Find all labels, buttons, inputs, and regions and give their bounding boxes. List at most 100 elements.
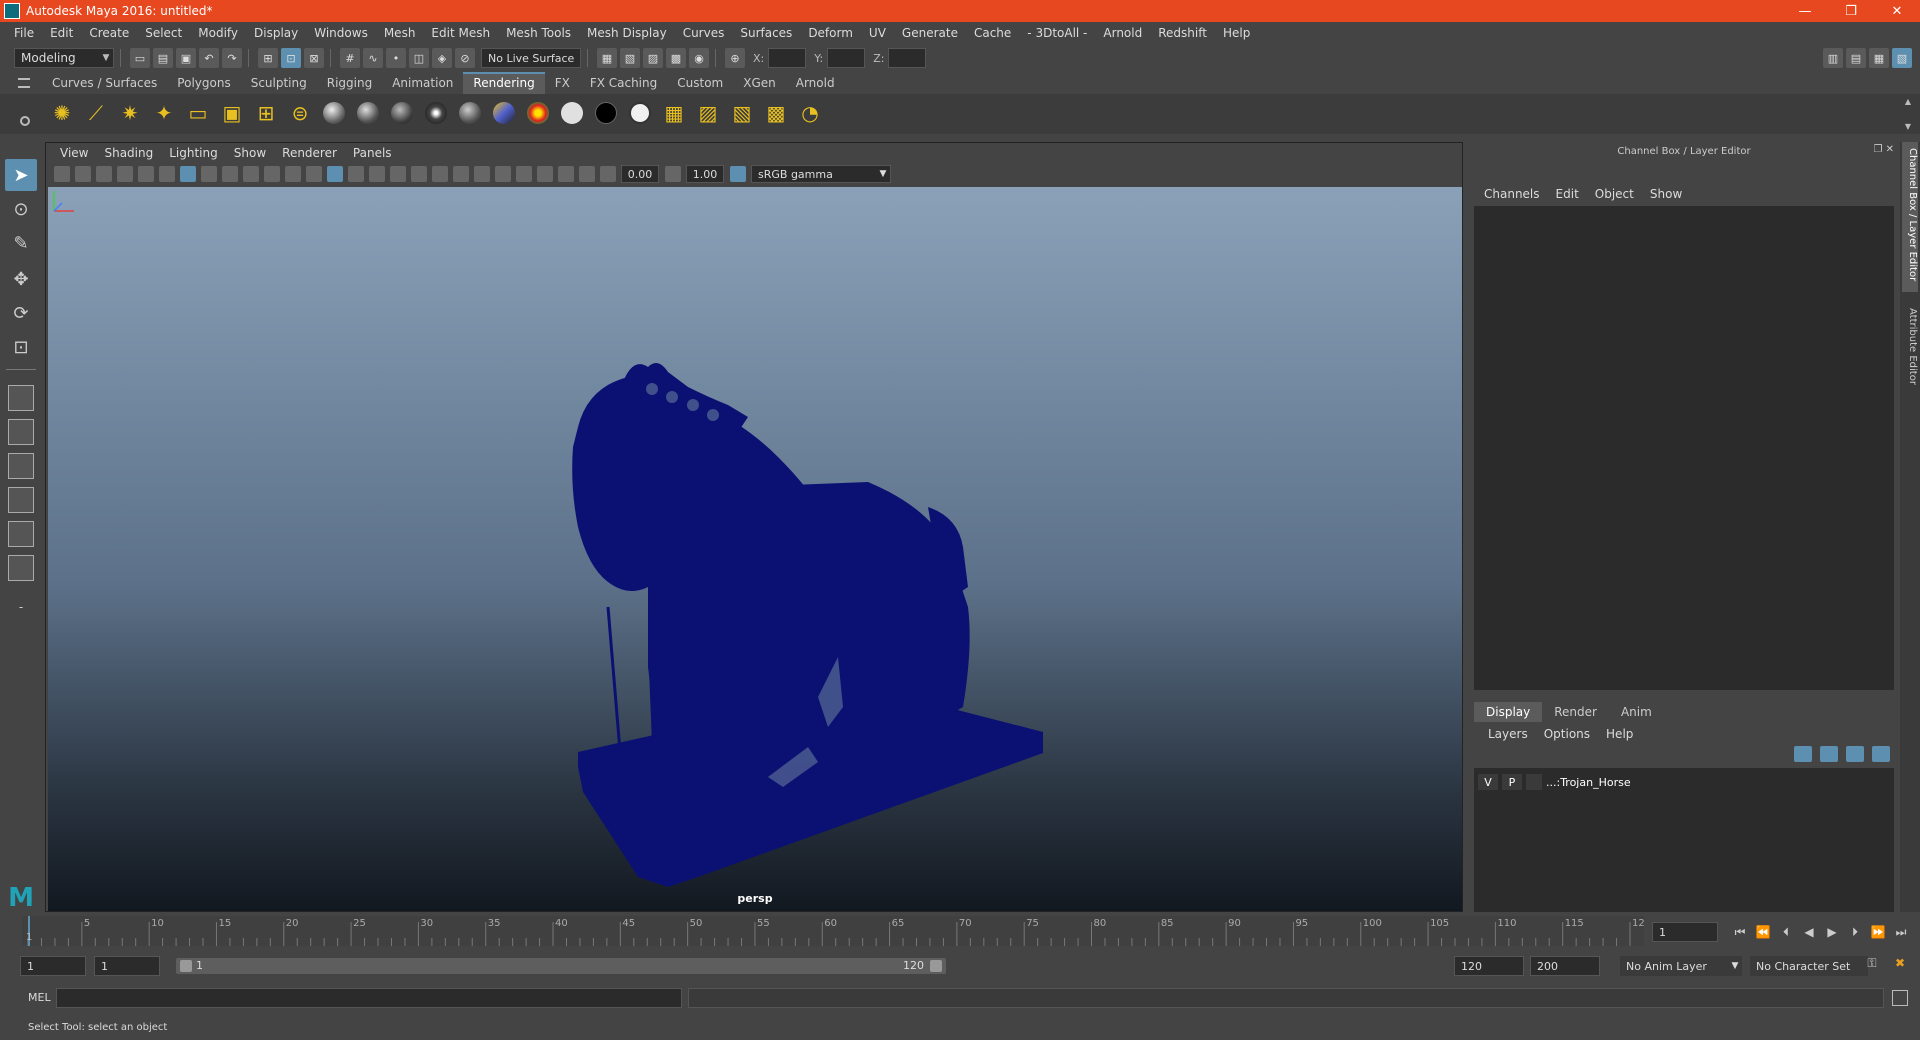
range-start-handle[interactable] <box>180 960 192 972</box>
grid-icon[interactable] <box>180 166 196 182</box>
chevron-up-icon[interactable]: ▲ <box>1905 97 1911 106</box>
layer-visibility-toggle[interactable]: V <box>1478 774 1498 790</box>
shelf-menu-icon[interactable] <box>18 78 30 88</box>
y-coordinate-input[interactable] <box>827 48 866 68</box>
step-forward-frame-icon[interactable]: ⏵ <box>1845 922 1865 942</box>
anti-aliasing-icon[interactable] <box>495 166 511 182</box>
shadows-icon[interactable] <box>432 166 448 182</box>
ipr-icon[interactable]: ▧ <box>728 99 756 127</box>
layout-persp-outliner-icon[interactable] <box>8 487 34 513</box>
shelf-tab-fx[interactable]: FX <box>545 72 580 94</box>
xray-joints-icon[interactable] <box>558 166 574 182</box>
menu-display[interactable]: Display <box>246 26 306 40</box>
ambient-light-icon[interactable]: ✺ <box>48 99 76 127</box>
z-coordinate-input[interactable] <box>888 48 927 68</box>
camera-attributes-icon[interactable] <box>75 166 91 182</box>
play-forward-icon[interactable]: ▶ <box>1822 922 1842 942</box>
current-frame-field[interactable]: 1 <box>1652 922 1718 942</box>
undo-icon[interactable]: ↶ <box>199 48 219 68</box>
volume-light-icon[interactable]: ▣ <box>218 99 246 127</box>
channel-box-toggle-icon[interactable]: ▧ <box>1892 48 1912 68</box>
menu-windows[interactable]: Windows <box>306 26 376 40</box>
open-scene-icon[interactable]: ▤ <box>153 48 173 68</box>
channel-box-body[interactable] <box>1474 206 1894 690</box>
animation-preferences-icon[interactable]: ✖ <box>1890 956 1910 976</box>
menu-set-dropdown[interactable]: Modeling ▼ <box>14 48 114 68</box>
shelf-scroll[interactable]: ▲ ▼ <box>1902 97 1914 131</box>
x-coordinate-input[interactable] <box>768 48 807 68</box>
white-shader-icon[interactable] <box>558 99 586 127</box>
attribute-toggle-icon[interactable]: ▦ <box>1869 48 1889 68</box>
transform-constraint-icon[interactable]: ⊕ <box>725 48 745 68</box>
tab-render[interactable]: Render <box>1542 702 1609 722</box>
layer-row[interactable]: V P ...:Trojan_Horse <box>1478 772 1888 792</box>
shelf-tab-fx-caching[interactable]: FX Caching <box>580 72 667 94</box>
wireframe-icon[interactable] <box>327 166 343 182</box>
go-to-start-icon[interactable]: ⏮ <box>1730 922 1750 942</box>
color-management-icon[interactable] <box>730 166 746 182</box>
scale-tool-icon[interactable]: ⊡ <box>5 331 37 363</box>
anim-layer-dropdown[interactable]: No Anim Layer ▼ <box>1620 956 1742 976</box>
rotate-tool-icon[interactable]: ⟳ <box>5 297 37 329</box>
animation-end-field[interactable]: 200 <box>1530 956 1600 976</box>
shelf-tab-curves-surfaces[interactable]: Curves / Surfaces <box>42 72 167 94</box>
snap-point-icon[interactable]: • <box>386 48 406 68</box>
batch-render-icon[interactable]: ▩ <box>762 99 790 127</box>
render-view-icon[interactable]: ▦ <box>597 48 617 68</box>
layered-material-icon[interactable] <box>456 99 484 127</box>
side-tab-attribute-editor[interactable]: Attribute Editor <box>1902 302 1918 392</box>
image-plane-icon[interactable] <box>117 166 133 182</box>
ambient-occlusion-icon[interactable] <box>453 166 469 182</box>
shelf-tab-rigging[interactable]: Rigging <box>317 72 382 94</box>
directional-light-icon[interactable]: ⟋ <box>82 99 110 127</box>
spot-light-icon[interactable]: ✦ <box>150 99 178 127</box>
layer-menu-layers[interactable]: Layers <box>1480 727 1536 741</box>
select-component-icon[interactable]: ⊠ <box>304 48 324 68</box>
vp-menu-show[interactable]: Show <box>226 146 274 160</box>
grease-pencil-icon[interactable] <box>159 166 175 182</box>
layout-single-icon[interactable] <box>8 385 34 411</box>
menu-select[interactable]: Select <box>137 26 190 40</box>
go-to-end-icon[interactable]: ⏭ <box>1891 922 1911 942</box>
select-hierarchy-icon[interactable]: ⊞ <box>258 48 278 68</box>
menu-file[interactable]: File <box>6 26 42 40</box>
phong-material-icon[interactable] <box>388 99 416 127</box>
menu-uv[interactable]: UV <box>861 26 894 40</box>
menu-create[interactable]: Create <box>81 26 137 40</box>
xray-icon[interactable] <box>537 166 553 182</box>
render-current-icon[interactable]: ▨ <box>694 99 722 127</box>
move-layer-down-icon[interactable] <box>1820 746 1838 762</box>
play-backward-icon[interactable]: ◀ <box>1799 922 1819 942</box>
exposure-field[interactable]: 0.00 <box>621 165 659 183</box>
motion-blur-icon[interactable] <box>474 166 490 182</box>
layer-menu-options[interactable]: Options <box>1536 727 1598 741</box>
character-set-dropdown[interactable]: No Character Set <box>1750 956 1868 976</box>
cb-menu-channels[interactable]: Channels <box>1476 187 1548 201</box>
step-back-key-icon[interactable]: ⏪ <box>1753 922 1773 942</box>
vp-menu-view[interactable]: View <box>52 146 96 160</box>
tab-display[interactable]: Display <box>1474 702 1543 722</box>
menu-curves[interactable]: Curves <box>675 26 733 40</box>
shelf-tab-rendering[interactable]: Rendering <box>463 72 545 94</box>
select-tool-icon[interactable]: ➤ <box>5 159 37 191</box>
vp-menu-shading[interactable]: Shading <box>96 146 161 160</box>
maximize-button[interactable]: ❐ <box>1828 0 1874 22</box>
render-view-icon[interactable]: ▦ <box>660 99 688 127</box>
render-settings-icon[interactable]: ⊜ <box>286 99 314 127</box>
close-button[interactable]: ✕ <box>1874 0 1920 22</box>
safe-title-icon[interactable] <box>306 166 322 182</box>
menu-modify[interactable]: Modify <box>190 26 246 40</box>
2d-pan-zoom-icon[interactable] <box>138 166 154 182</box>
area-light-icon[interactable]: ▭ <box>184 99 212 127</box>
lasso-tool-icon[interactable]: ⊙ <box>5 193 37 225</box>
redo-icon[interactable]: ↷ <box>222 48 242 68</box>
menu-edit[interactable]: Edit <box>42 26 81 40</box>
panel-float-close-icons[interactable]: ❐ ✕ <box>1873 144 1894 155</box>
more-layouts-icon[interactable]: - <box>5 591 37 623</box>
gamma-field[interactable]: 1.00 <box>686 165 724 183</box>
shelf-tab-animation[interactable]: Animation <box>382 72 463 94</box>
snap-surface-icon[interactable]: ◈ <box>432 48 452 68</box>
backface-culling-icon[interactable] <box>579 166 595 182</box>
black-shader-icon[interactable] <box>592 99 620 127</box>
layer-menu-help[interactable]: Help <box>1598 727 1641 741</box>
